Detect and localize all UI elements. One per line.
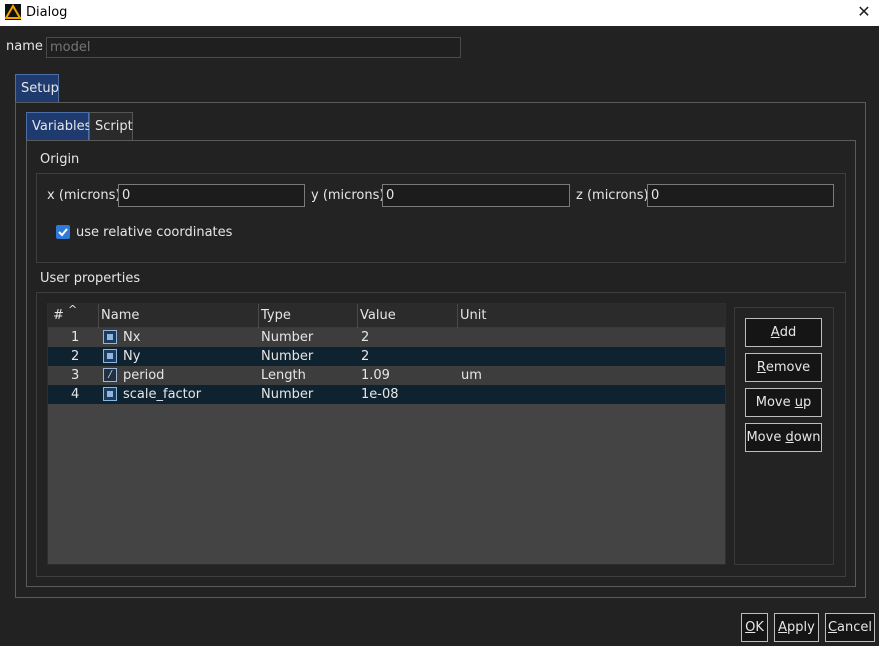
row-type: Length — [261, 368, 306, 383]
column-header-name[interactable]: Name — [101, 308, 139, 323]
add-button[interactable]: Add — [745, 318, 822, 347]
ok-button[interactable]: OK — [741, 613, 768, 642]
row-number: 4 — [71, 387, 80, 402]
tab-script[interactable]: Script — [89, 112, 133, 141]
z-input[interactable] — [647, 184, 834, 207]
row-type: Number — [261, 330, 314, 345]
apply-button[interactable]: Apply — [774, 613, 819, 642]
close-icon[interactable]: ✕ — [855, 2, 873, 22]
row-name: Ny — [123, 349, 141, 364]
remove-button[interactable]: Remove — [745, 353, 822, 382]
window-title: Dialog — [26, 5, 68, 20]
origin-title: Origin — [40, 152, 80, 167]
row-unit: um — [461, 368, 482, 383]
x-label: x (microns) — [47, 188, 121, 203]
column-header-num[interactable]: # — [53, 308, 64, 323]
user-properties-title: User properties — [40, 271, 141, 286]
move-up-button[interactable]: Move up — [745, 388, 822, 417]
properties-table: # ^ Name Type Value Unit 1 Nx Number 2 2… — [47, 303, 726, 565]
name-input[interactable] — [46, 37, 461, 58]
table-row[interactable]: 1 Nx Number 2 — [48, 328, 725, 347]
move-down-button[interactable]: Move d own — [745, 423, 822, 452]
table-row[interactable]: 3 / period Length 1.09 um — [48, 366, 725, 385]
title-bar: Dialog ✕ — [0, 0, 879, 26]
tab-variables[interactable]: Variables — [26, 112, 91, 141]
tab-setup[interactable]: Setup — [15, 74, 59, 103]
y-label: y (microns) — [311, 188, 385, 203]
cancel-button[interactable]: Cancel — [825, 613, 875, 642]
name-label: name — [6, 39, 43, 54]
row-type: Number — [261, 349, 314, 364]
table-row[interactable]: 4 scale_factor Number 1e-08 — [48, 385, 725, 404]
relative-coordinates-checkbox[interactable] — [56, 225, 70, 239]
y-input[interactable] — [382, 184, 570, 207]
row-number: 1 — [71, 330, 80, 345]
column-header-unit[interactable]: Unit — [460, 308, 486, 323]
z-label: z (microns) — [576, 188, 649, 203]
row-number: 3 — [71, 368, 80, 383]
row-name: Nx — [123, 330, 141, 345]
checkmark-icon — [58, 228, 68, 237]
number-variable-icon — [103, 349, 117, 363]
row-number: 2 — [71, 349, 80, 364]
column-divider[interactable] — [258, 304, 259, 328]
sort-ascending-icon: ^ — [68, 303, 78, 316]
row-value: 2 — [361, 349, 370, 364]
column-divider[interactable] — [457, 304, 458, 328]
row-type: Number — [261, 387, 314, 402]
row-name: period — [123, 368, 165, 383]
row-name: scale_factor — [123, 387, 202, 402]
table-header: # ^ Name Type Value Unit — [48, 303, 725, 328]
row-value: 1e-08 — [361, 387, 399, 402]
row-value: 1.09 — [361, 368, 390, 383]
column-divider[interactable] — [98, 304, 99, 328]
number-variable-icon — [103, 387, 117, 401]
length-variable-icon: / — [103, 368, 117, 382]
row-value: 2 — [361, 330, 370, 345]
column-header-type[interactable]: Type — [261, 308, 291, 323]
x-input[interactable] — [118, 184, 305, 207]
number-variable-icon — [103, 330, 117, 344]
warning-triangle-icon — [5, 4, 21, 20]
column-divider[interactable] — [357, 304, 358, 328]
column-header-value[interactable]: Value — [360, 308, 396, 323]
relative-coordinates-label: use relative coordinates — [76, 225, 233, 240]
table-row[interactable]: 2 Ny Number 2 — [48, 347, 725, 366]
